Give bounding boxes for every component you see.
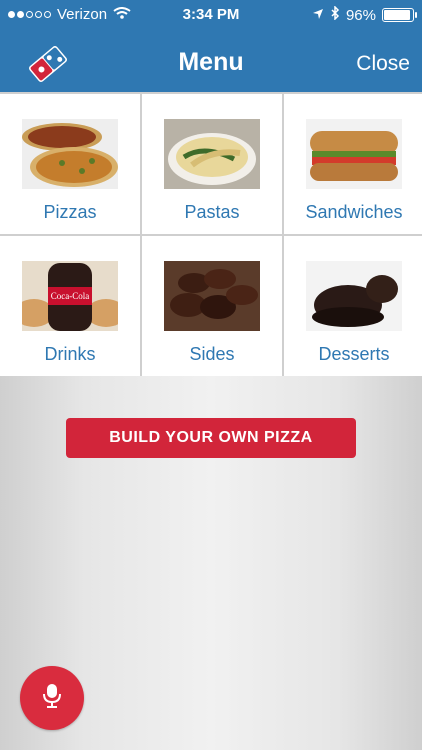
nav-bar: Menu Close	[0, 30, 422, 92]
build-button-label: BUILD YOUR OWN PIZZA	[109, 429, 313, 446]
sandwich-image	[306, 119, 402, 189]
pizza-image	[22, 119, 118, 189]
category-grid: Pizzas Pastas Sandwiches Coca-Cola Drink…	[0, 92, 422, 376]
svg-text:Coca-Cola: Coca-Cola	[51, 291, 90, 301]
category-sandwiches[interactable]: Sandwiches	[284, 94, 422, 234]
status-bar: Verizon 3:34 PM 96%	[0, 0, 422, 30]
category-label: Desserts	[318, 344, 390, 364]
category-label: Pastas	[184, 202, 240, 222]
wings-image	[164, 261, 260, 331]
category-desserts[interactable]: Desserts	[284, 236, 422, 376]
category-pizzas[interactable]: Pizzas	[0, 94, 140, 234]
category-label: Pizzas	[43, 202, 97, 222]
battery-text: 96%	[345, 6, 376, 24]
category-sides[interactable]: Sides	[142, 236, 282, 376]
build-your-own-pizza-button[interactable]: BUILD YOUR OWN PIZZA	[66, 418, 356, 458]
category-label: Drinks	[44, 344, 96, 364]
voice-order-button[interactable]	[20, 666, 84, 730]
pasta-image	[164, 119, 260, 189]
category-label: Sandwiches	[305, 202, 403, 222]
battery-icon	[382, 8, 417, 22]
close-button[interactable]: Close	[356, 52, 410, 76]
bluetooth-icon	[330, 5, 340, 24]
microphone-icon	[38, 682, 66, 715]
category-label: Sides	[189, 344, 235, 364]
category-drinks[interactable]: Coca-Cola Drinks	[0, 236, 140, 376]
status-right: 96%	[312, 5, 417, 24]
drink-image: Coca-Cola	[14, 261, 126, 331]
dessert-image	[306, 261, 402, 331]
category-pastas[interactable]: Pastas	[142, 94, 282, 234]
top-bar: Verizon 3:34 PM 96% Menu Close	[0, 0, 422, 92]
location-arrow-icon	[312, 7, 324, 24]
